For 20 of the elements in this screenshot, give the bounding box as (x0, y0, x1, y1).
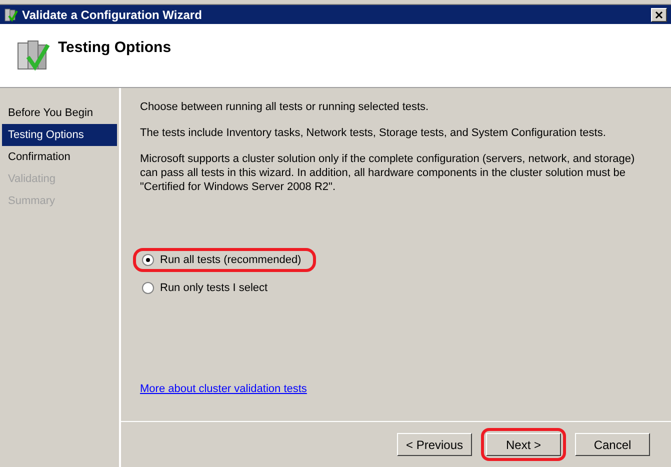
close-button[interactable] (651, 8, 667, 22)
wizard-button[interactable]: < Previous (397, 433, 472, 456)
window-title: Validate a Configuration Wizard (22, 6, 203, 24)
step-item: Before You Begin (7, 106, 94, 121)
help-link[interactable]: More about cluster validation tests (140, 380, 307, 397)
radio-button[interactable] (142, 254, 154, 266)
server-check-icon (4, 8, 18, 22)
server-check-icon (16, 38, 50, 72)
description-text: Microsoft supports a cluster solution only if the complete configuration (servers, network, and storage) can pass all tests in this wizard. In addition, all hardware components in the cluster solution must be "Certified for Windows Server 2008 R2". (140, 152, 636, 194)
radio-button[interactable] (142, 282, 154, 294)
wizard-button[interactable]: Next > (486, 433, 561, 456)
radio-option[interactable]: Run all tests (recommended) (133, 248, 316, 272)
step-item: Testing Options (2, 124, 117, 146)
close-icon (655, 10, 663, 18)
radio-option[interactable]: Run only tests I select (133, 276, 277, 300)
description-text: Choose between running all tests or running selected tests. (140, 100, 430, 114)
wizard-button[interactable]: Cancel (575, 433, 650, 456)
step-item: Confirmation (7, 150, 72, 165)
description-text: The tests include Inventory tasks, Network tests, Storage tests, and System Configuration tests. (140, 126, 607, 140)
page-heading: Testing Options (58, 38, 172, 58)
